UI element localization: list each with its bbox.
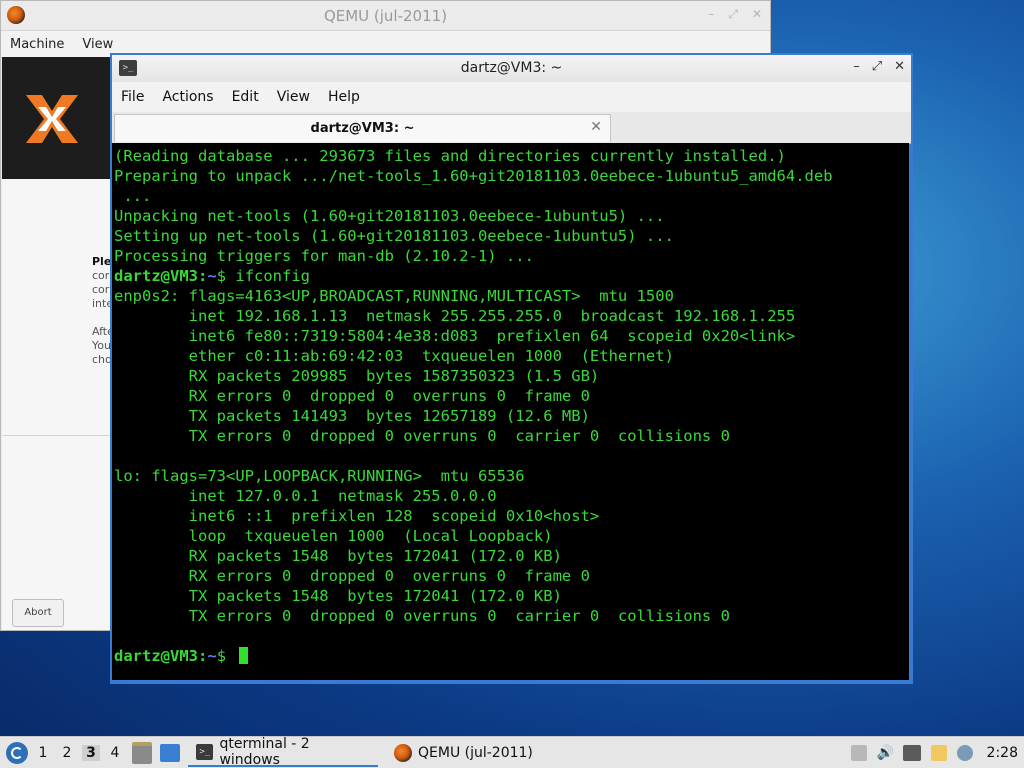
terminal-window[interactable]: >_ dartz@VM3: ~ – ⤢ ✕ File Actions Edit … [110, 53, 913, 684]
minimize-icon[interactable]: – [708, 7, 714, 22]
task-qterminal[interactable]: >_ qterminal - 2 windows [188, 735, 378, 768]
maximize-icon[interactable]: ⤢ [728, 7, 738, 22]
terminal-line: lo: flags=73<UP,LOOPBACK,RUNNING> mtu 65… [114, 467, 525, 485]
terminal-line: loop txqueuelen 1000 (Local Loopback) [114, 527, 553, 545]
installer-line: cor [92, 269, 110, 282]
menu-actions[interactable]: Actions [153, 89, 222, 105]
terminal-titlebar[interactable]: >_ dartz@VM3: ~ – ⤢ ✕ [112, 55, 911, 82]
task-qemu[interactable]: QEMU (jul-2011) [386, 739, 541, 767]
network-icon[interactable] [902, 744, 921, 761]
terminal-line: Preparing to unpack .../net-tools_1.60+g… [114, 167, 833, 185]
menu-machine[interactable]: Machine [1, 37, 73, 52]
terminal-line: inet6 ::1 prefixlen 128 scopeid 0x10<hos… [114, 507, 600, 525]
close-icon[interactable]: ✕ [752, 7, 762, 22]
command-text: ifconfig [235, 267, 311, 285]
terminal-line: inet 192.168.1.13 netmask 255.255.255.0 … [114, 307, 796, 325]
terminal-line: inet6 fe80::7319:5804:4e38:d083 prefixle… [114, 327, 796, 345]
terminal-line: Processing triggers for man-db (2.10.2-1… [114, 247, 534, 265]
show-desktop-icon[interactable] [160, 743, 180, 762]
volume-icon[interactable]: 🔊 [877, 745, 894, 761]
terminal-line: TX errors 0 dropped 0 overruns 0 carrier… [114, 607, 730, 625]
terminal-line: ether c0:11:ab:69:42:03 txqueuelen 1000 … [114, 347, 674, 365]
notification-icon[interactable] [956, 744, 973, 761]
prompt-line: dartz@VM3:~$ ifconfig [114, 266, 833, 286]
prompt-separator: : [198, 267, 208, 285]
tab-close-icon[interactable]: ✕ [590, 119, 602, 135]
terminal-line: Unpacking net-tools (1.60+git20181103.0e… [114, 207, 665, 225]
taskbar: 1 2 3 4 >_ qterminal - 2 windows QEMU (j… [0, 736, 1024, 768]
cursor-block[interactable] [239, 647, 249, 664]
installer-line: cho [92, 353, 112, 366]
qemu-titlebar[interactable]: QEMU (jul-2011) – ⤢ ✕ [1, 1, 770, 31]
prompt-line: dartz@VM3:~$ [114, 646, 833, 666]
installer-line: You [92, 339, 111, 352]
terminal-window-title: dartz@VM3: ~ [460, 60, 563, 76]
terminal-line: RX packets 209985 bytes 1587350323 (1.5 … [114, 367, 600, 385]
terminal-output[interactable]: (Reading database ... 293673 files and d… [112, 143, 909, 680]
minimize-icon[interactable]: – [853, 59, 860, 74]
prompt-path: ~ [207, 647, 217, 665]
installer-banner [2, 57, 112, 179]
menu-help[interactable]: Help [319, 89, 369, 105]
desktop-4[interactable]: 4 [106, 745, 124, 761]
clock[interactable]: 2:28 [987, 745, 1018, 761]
desktop-2[interactable]: 2 [58, 745, 76, 761]
maximize-icon[interactable]: ⤢ [872, 59, 882, 74]
installer-heading: Ple [92, 255, 112, 268]
prompt-path: ~ [207, 267, 217, 285]
terminal-tab[interactable]: dartz@VM3: ~ ✕ [114, 114, 611, 142]
desktop-3[interactable]: 3 [82, 744, 100, 761]
menu-file[interactable]: File [112, 89, 153, 105]
clipboard-icon[interactable] [930, 744, 947, 761]
prompt-separator: : [198, 647, 208, 665]
terminal-line: TX packets 141493 bytes 12657189 (12.6 M… [114, 407, 590, 425]
prompt-symbol: $ [216, 647, 236, 665]
terminal-tabbar: dartz@VM3: ~ ✕ [112, 112, 911, 144]
close-icon[interactable]: ✕ [894, 59, 905, 74]
qemu-icon [394, 743, 412, 762]
terminal-line: RX errors 0 dropped 0 overruns 0 frame 0 [114, 387, 590, 405]
desktop-1[interactable]: 1 [34, 745, 52, 761]
menu-view[interactable]: View [73, 37, 122, 52]
task-label: QEMU (jul-2011) [418, 744, 533, 761]
terminal-line: inet 127.0.0.1 netmask 255.0.0.0 [114, 487, 497, 505]
installer-line: cor [92, 283, 110, 296]
terminal-line: ... [114, 187, 152, 205]
terminal-line: TX errors 0 dropped 0 overruns 0 carrier… [114, 427, 730, 445]
prompt-user: dartz@VM3 [114, 267, 198, 285]
qemu-window-title: QEMU (jul-2011) [323, 7, 448, 25]
terminal-icon: >_ [196, 743, 214, 760]
terminal-line: TX packets 1548 bytes 172041 (172.0 KB) [114, 587, 562, 605]
terminal-tab-label: dartz@VM3: ~ [310, 121, 415, 136]
eject-icon[interactable] [850, 744, 867, 761]
terminal-line: enp0s2: flags=4163<UP,BROADCAST,RUNNING,… [114, 287, 674, 305]
start-menu-icon[interactable] [6, 741, 28, 764]
terminal-line: RX packets 1548 bytes 172041 (172.0 KB) [114, 547, 562, 565]
abort-button[interactable]: Abort [12, 599, 64, 627]
file-manager-icon[interactable] [132, 741, 152, 764]
terminal-line: Setting up net-tools (1.60+git20181103.0… [114, 227, 674, 245]
menu-edit[interactable]: Edit [223, 89, 268, 105]
system-tray: 🔊 2:28 [850, 744, 1024, 761]
terminal-line: RX errors 0 dropped 0 overruns 0 frame 0 [114, 567, 590, 585]
terminal-line: (Reading database ... 293673 files and d… [114, 147, 786, 165]
menu-view[interactable]: View [268, 89, 319, 105]
xubuntu-logo-icon [26, 95, 78, 143]
terminal-menubar: File Actions Edit View Help [112, 82, 911, 112]
prompt-symbol: $ [216, 267, 236, 285]
task-label: qterminal - 2 windows [219, 735, 310, 768]
prompt-user: dartz@VM3 [114, 647, 198, 665]
